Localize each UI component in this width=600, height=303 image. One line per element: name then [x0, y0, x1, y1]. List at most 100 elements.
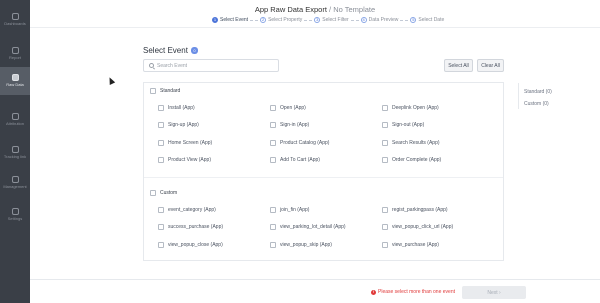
header-divider	[30, 27, 600, 28]
sidebar-item-dashboards[interactable]: Dashboards	[0, 6, 30, 34]
clear-all-button[interactable]: Clear All	[477, 59, 504, 72]
event-label: Sign-in (App)	[280, 122, 310, 129]
event-checkbox-item[interactable]: event_category (App)	[158, 201, 270, 219]
search-box	[143, 59, 279, 72]
event-checkbox[interactable]	[270, 139, 276, 146]
event-label: success_purchase (App)	[168, 224, 224, 231]
event-checkbox[interactable]	[158, 241, 164, 248]
event-label: Order Complete (App)	[392, 157, 442, 164]
event-checkbox-item[interactable]: Sign-in (App)	[270, 117, 382, 135]
event-checkbox-item[interactable]: regist_parkingpass (App)	[382, 201, 494, 219]
event-checkbox[interactable]	[158, 157, 164, 164]
step-number: 4	[360, 17, 367, 23]
sidebar-item-label: Dashboards	[4, 21, 26, 27]
event-checkbox-item[interactable]: success_purchase (App)	[158, 219, 270, 237]
event-checkbox[interactable]	[382, 122, 388, 129]
group-checkbox[interactable]	[150, 88, 156, 94]
event-checkbox[interactable]	[382, 104, 388, 111]
event-label: view_popup_close (App)	[168, 241, 223, 248]
export-modal: App Raw Data Export / No Template 1 Sele…	[30, 0, 600, 303]
step-select-property: 2 Select Property	[260, 17, 302, 23]
event-checkbox-item[interactable]: Sign-up (App)	[158, 117, 270, 135]
modal-title: App Raw Data Export / No Template	[30, 5, 600, 14]
group-header[interactable]: Custom	[144, 185, 503, 201]
event-checkbox-item[interactable]: Open (App)	[270, 99, 382, 117]
event-checkbox[interactable]	[382, 206, 388, 213]
warning-text: Please select more than one event	[378, 289, 455, 295]
event-checkbox-item[interactable]: view_popup_click_url (App)	[382, 219, 494, 237]
select-all-button[interactable]: Select All	[444, 59, 473, 72]
event-checkbox[interactable]	[382, 224, 388, 231]
chevron-right-icon: ›	[499, 289, 501, 296]
next-button[interactable]: Next ›	[462, 286, 526, 299]
event-label: Open (App)	[280, 104, 306, 111]
summary-standard[interactable]: Standard (0)	[524, 86, 552, 98]
event-checkbox[interactable]	[158, 139, 164, 146]
step-connector	[350, 19, 359, 21]
event-checkbox[interactable]	[270, 104, 276, 111]
event-label: Add To Cart (App)	[280, 157, 320, 164]
event-checkbox[interactable]	[270, 122, 276, 129]
management-icon	[11, 176, 19, 184]
event-checkbox-item[interactable]: view_popup_close (App)	[158, 236, 270, 254]
event-checkbox-item[interactable]: Home Screen (App)	[158, 134, 270, 152]
event-checkbox-item[interactable]: join_fin (App)	[270, 201, 382, 219]
event-checkbox[interactable]	[270, 157, 276, 164]
search-input[interactable]	[157, 62, 267, 69]
event-checkbox-item[interactable]: Product View (App)	[158, 152, 270, 170]
event-checkbox-item[interactable]: view_parking_lot_detail (App)	[270, 219, 382, 237]
step-label: Select Date	[418, 17, 445, 23]
event-checkbox[interactable]	[158, 104, 164, 111]
sidebar-item-raw-data[interactable]: Raw Data	[0, 67, 30, 95]
sidebar-item-attribution[interactable]: Attribution	[0, 106, 30, 134]
step-label: Select Event	[220, 17, 249, 23]
event-checkbox[interactable]	[158, 206, 164, 213]
event-checkbox-item[interactable]: Search Results (App)	[382, 134, 494, 152]
summary-custom[interactable]: Custom (0)	[524, 98, 552, 110]
sidebar-item-settings[interactable]: Settings	[0, 201, 30, 229]
event-checkbox-item[interactable]: view_popup_skip (App)	[270, 236, 382, 254]
report-icon	[11, 47, 19, 55]
event-checkbox-item[interactable]: view_purchase (App)	[382, 236, 494, 254]
event-checkbox-item[interactable]: Install (App)	[158, 99, 270, 117]
event-checkbox[interactable]	[270, 241, 276, 248]
step-data-preview: 4 Data Preview	[360, 17, 398, 23]
step-number: 5	[410, 17, 417, 23]
validation-message: ! Please select more than one event	[371, 289, 455, 295]
event-checkbox[interactable]	[158, 224, 164, 231]
event-label: Product Catalog (App)	[280, 139, 330, 146]
dashboard-icon	[11, 13, 19, 21]
event-checkbox[interactable]	[382, 241, 388, 248]
sidebar-item-label: Attribution	[5, 121, 24, 127]
link-icon	[11, 146, 19, 154]
event-label: Sign-up (App)	[168, 122, 199, 129]
sidebar-item-tracking-link[interactable]: Tracking link	[0, 139, 30, 167]
modal-footer: ! Please select more than one event Next…	[30, 279, 600, 303]
step-label: Select Filter	[322, 17, 349, 23]
step-select-date: 5 Select Date	[410, 17, 444, 23]
modal-title-text: App Raw Data Export	[254, 5, 327, 14]
event-checkbox-item[interactable]: Deeplink Open (App)	[382, 99, 494, 117]
event-group-custom: Custom event_category (App) join_fin (App…	[144, 185, 503, 260]
group-label: Custom	[160, 190, 178, 196]
event-checkbox-item[interactable]: Order Complete (App)	[382, 152, 494, 170]
event-checkbox-item[interactable]: Add To Cart (App)	[270, 152, 382, 170]
sidebar-item-management[interactable]: Management	[0, 169, 30, 197]
group-header[interactable]: Standard	[144, 83, 503, 99]
event-label: Product View (App)	[168, 157, 211, 164]
step-number: 1	[212, 17, 218, 23]
event-checkbox[interactable]	[382, 157, 388, 164]
event-checkbox[interactable]	[382, 139, 388, 146]
group-checkbox[interactable]	[150, 190, 156, 196]
event-label: Home Screen (App)	[168, 139, 213, 146]
step-connector	[400, 19, 409, 21]
event-checkbox[interactable]	[270, 206, 276, 213]
event-checkbox-item[interactable]: Product Catalog (App)	[270, 134, 382, 152]
event-checkbox[interactable]	[158, 122, 164, 129]
event-checkbox-item[interactable]: Sign-out (App)	[382, 117, 494, 135]
sidebar-item-report[interactable]: Report	[0, 40, 30, 68]
sidebar-item-label: Report	[8, 55, 21, 61]
event-label: view_parking_lot_detail (App)	[280, 224, 346, 231]
event-label: event_category (App)	[168, 206, 216, 213]
event-checkbox[interactable]	[270, 224, 276, 231]
